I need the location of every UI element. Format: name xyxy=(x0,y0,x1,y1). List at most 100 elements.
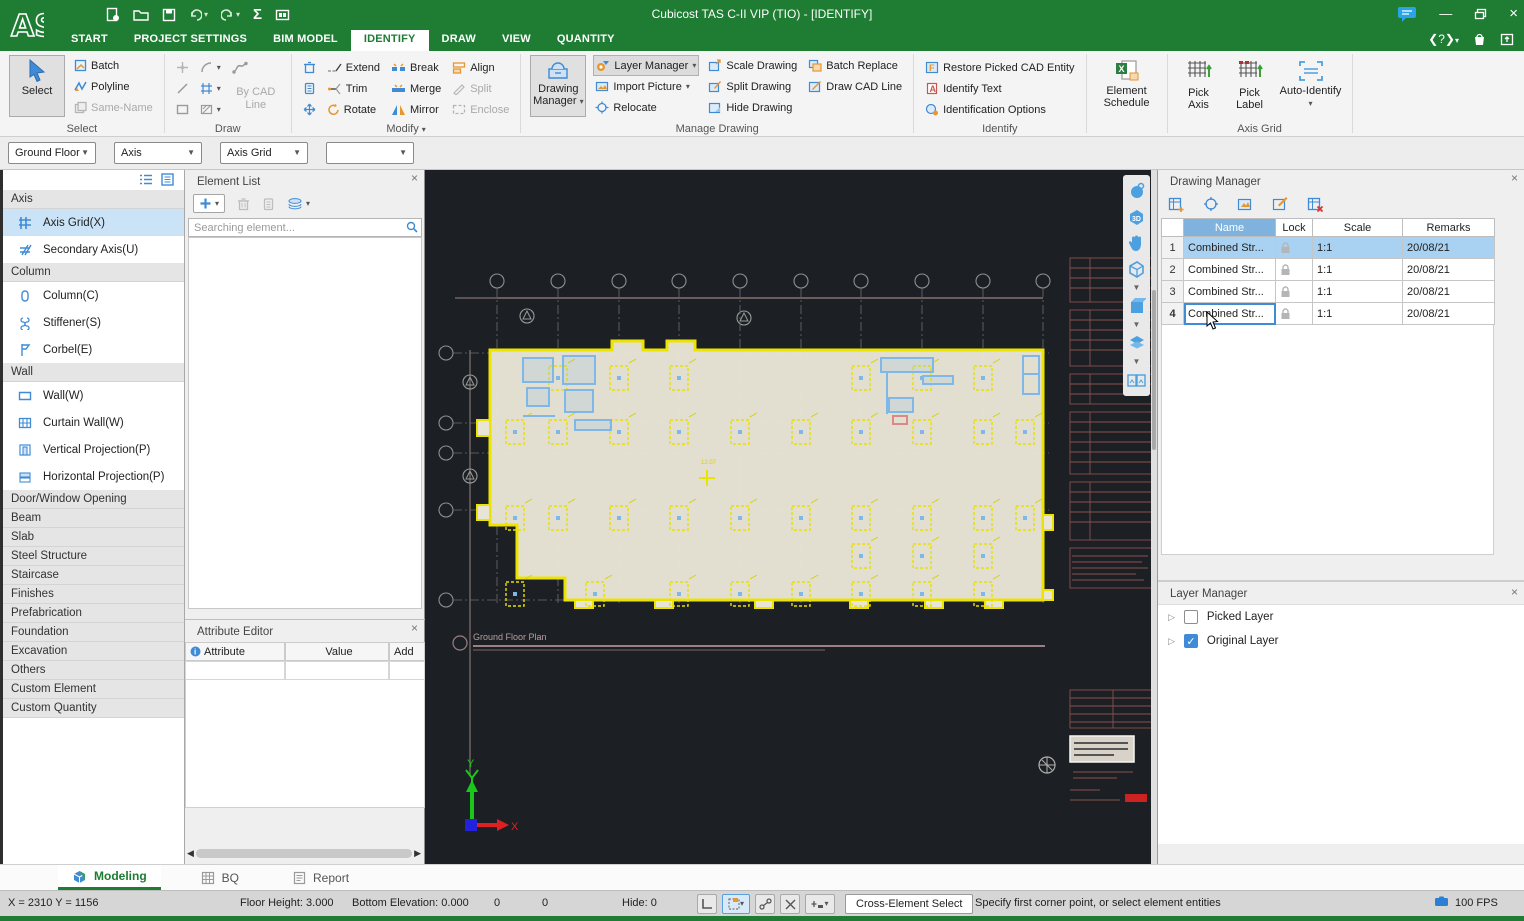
hide-drawing-button[interactable]: Hide Drawing xyxy=(706,97,799,118)
add-element-button[interactable]: ▾ xyxy=(193,194,225,213)
tab-report[interactable]: Report xyxy=(279,865,363,890)
scale-drawing-button[interactable]: Scale Drawing xyxy=(706,55,799,76)
scroll-right-icon[interactable]: ▶ xyxy=(414,848,421,859)
mirror-button[interactable]: Mirror xyxy=(389,99,443,120)
relocate-button[interactable]: Relocate xyxy=(593,97,699,118)
snap-node-button[interactable] xyxy=(755,894,775,914)
layer-row-picked[interactable]: ▷ Picked Layer xyxy=(1158,605,1524,629)
sidebar-item-stiffener[interactable]: Stiffener(S) xyxy=(3,309,184,336)
search-icon[interactable] xyxy=(406,221,418,233)
sidebar-group-beam[interactable]: Beam xyxy=(3,509,184,528)
sidebar-item-corbel[interactable]: Corbel(E) xyxy=(3,336,184,363)
enclose-button[interactable]: Enclose xyxy=(450,99,511,120)
extend-button[interactable]: Extend xyxy=(325,57,382,78)
search-element-input[interactable] xyxy=(188,218,422,237)
align-button[interactable]: Align xyxy=(450,57,511,78)
element-list-close-icon[interactable]: × xyxy=(411,173,418,183)
expand-caret-icon[interactable]: ▷ xyxy=(1168,636,1175,647)
floor-select[interactable]: Ground Floor▼ xyxy=(8,142,96,164)
pan-hand-icon[interactable] xyxy=(1126,232,1148,254)
sidebar-item-wall[interactable]: Wall(W) xyxy=(3,382,184,409)
solid-cube-icon[interactable] xyxy=(1126,295,1148,317)
scale-drawing-icon2[interactable] xyxy=(1237,197,1254,212)
drawing-row[interactable]: 1 Combined Str... 1:1 20/08/21 xyxy=(1162,237,1495,259)
drawing-row[interactable]: 3 Combined Str... 1:1 20/08/21 xyxy=(1162,281,1495,303)
viewcube-icon[interactable] xyxy=(1126,258,1148,280)
element-type-select[interactable]: Axis Grid▼ xyxy=(220,142,308,164)
extra-select[interactable]: ▼ xyxy=(326,142,414,164)
sidebar-group-prefabrication[interactable]: Prefabrication xyxy=(3,604,184,623)
help-icon[interactable]: ❮?❯▾ xyxy=(1428,32,1459,46)
close-button[interactable]: × xyxy=(1509,4,1518,24)
coordinate-input-button[interactable]: ▾ xyxy=(805,894,835,914)
identification-options-button[interactable]: Identification Options xyxy=(923,99,1076,120)
scroll-left-icon[interactable]: ◀ xyxy=(187,848,194,859)
tab-draw[interactable]: DRAW xyxy=(429,30,489,51)
sidebar-group-door-window[interactable]: Door/Window Opening xyxy=(3,490,184,509)
drawing-row[interactable]: 2 Combined Str... 1:1 20/08/21 xyxy=(1162,259,1495,281)
lock-column-header[interactable]: Lock xyxy=(1276,219,1313,237)
edit-drawing-icon[interactable] xyxy=(1272,196,1289,212)
sidebar-item-vertical-projection[interactable]: Vertical Projection(P) xyxy=(3,436,184,463)
element-schedule-button[interactable]: X Element Schedule xyxy=(1096,55,1158,117)
draw-cad-line-button[interactable]: Draw CAD Line xyxy=(806,76,904,97)
sidebar-group-wall[interactable]: Wall xyxy=(3,363,184,382)
attribute-column-header[interactable]: i Attribute xyxy=(185,642,285,661)
by-cad-line-button[interactable]: By CAD Line xyxy=(230,86,282,112)
same-name-button[interactable]: Same-Name xyxy=(72,97,155,118)
sidebar-group-custom-quantity[interactable]: Custom Quantity xyxy=(3,699,184,718)
tab-bq[interactable]: BQ xyxy=(187,865,253,890)
restore-picked-button[interactable]: F Restore Picked CAD Entity xyxy=(923,57,1076,78)
drawing-canvas[interactable]: 12.07 Ground Floor Plan xyxy=(425,170,1157,864)
relocate-drawing-icon[interactable] xyxy=(1203,196,1219,212)
draw-rect-button[interactable] xyxy=(174,99,191,120)
split-button[interactable]: Split xyxy=(450,78,511,99)
scale-column-header[interactable]: Scale xyxy=(1313,219,1403,237)
canvas-vertical-scrollbar[interactable] xyxy=(1151,170,1157,864)
category-select[interactable]: Axis▼ xyxy=(114,142,202,164)
tab-modeling[interactable]: Modeling xyxy=(58,865,161,890)
identify-text-button[interactable]: A Identify Text xyxy=(923,78,1076,99)
bag-icon[interactable] xyxy=(1473,32,1486,46)
tab-quantity[interactable]: QUANTITY xyxy=(544,30,628,51)
restore-button[interactable] xyxy=(1474,8,1487,20)
sidebar-item-secondary-axis[interactable]: Secondary Axis(U) xyxy=(3,236,184,263)
ortho-mode-button[interactable] xyxy=(697,894,717,914)
delete-element-button[interactable] xyxy=(237,197,250,211)
list-view-icon[interactable] xyxy=(139,173,153,187)
sidebar-group-foundation[interactable]: Foundation xyxy=(3,623,184,642)
sidebar-item-axis-grid[interactable]: Axis Grid(X) xyxy=(3,209,184,236)
drawing-manager-close-icon[interactable]: × xyxy=(1511,173,1518,183)
batch-replace-button[interactable]: Batch Replace xyxy=(806,55,904,76)
tab-view[interactable]: VIEW xyxy=(489,30,544,51)
layers-filter-button[interactable]: ▾ xyxy=(287,197,310,210)
pick-axis-button[interactable]: Pick Axis xyxy=(1177,55,1221,117)
drawing-manager-button[interactable]: Drawing Manager ▾ xyxy=(530,55,586,117)
break-button[interactable]: Break xyxy=(389,57,443,78)
expand-caret-icon[interactable]: ▷ xyxy=(1168,612,1175,623)
tab-bim-model[interactable]: BIM MODEL xyxy=(260,30,351,51)
sidebar-group-others[interactable]: Others xyxy=(3,661,184,680)
attribute-cell[interactable] xyxy=(185,661,285,680)
add-drawing-icon[interactable] xyxy=(1168,196,1185,212)
sidebar-group-slab[interactable]: Slab xyxy=(3,528,184,547)
sidebar-group-staircase[interactable]: Staircase xyxy=(3,566,184,585)
element-list-body[interactable] xyxy=(188,237,422,609)
delete-drawing-icon[interactable] xyxy=(1307,196,1324,212)
layers-more-caret-icon[interactable]: ▼ xyxy=(1133,358,1141,365)
picked-layer-checkbox[interactable] xyxy=(1184,610,1198,624)
draw-point-button[interactable] xyxy=(174,57,191,78)
import-picture-button[interactable]: Import Picture▾ xyxy=(593,76,699,97)
sidebar-item-curtain-wall[interactable]: Curtain Wall(W) xyxy=(3,409,184,436)
draw-arc-button[interactable]: ▾ xyxy=(198,57,223,78)
panel-view-icon[interactable] xyxy=(161,173,174,187)
trim-button[interactable]: Trim xyxy=(325,78,382,99)
view-3d-icon[interactable]: 3D xyxy=(1126,206,1148,228)
polyline-button[interactable]: Polyline xyxy=(72,76,155,97)
add-column-header[interactable]: Add xyxy=(389,642,425,661)
select-button[interactable]: Select xyxy=(9,55,65,117)
copy-element-button[interactable] xyxy=(262,197,275,211)
cross-snap-button[interactable] xyxy=(780,894,800,914)
sidebar-item-horizontal-projection[interactable]: Horizontal Projection(P) xyxy=(3,463,184,490)
rotate-button[interactable]: Rotate xyxy=(325,99,382,120)
